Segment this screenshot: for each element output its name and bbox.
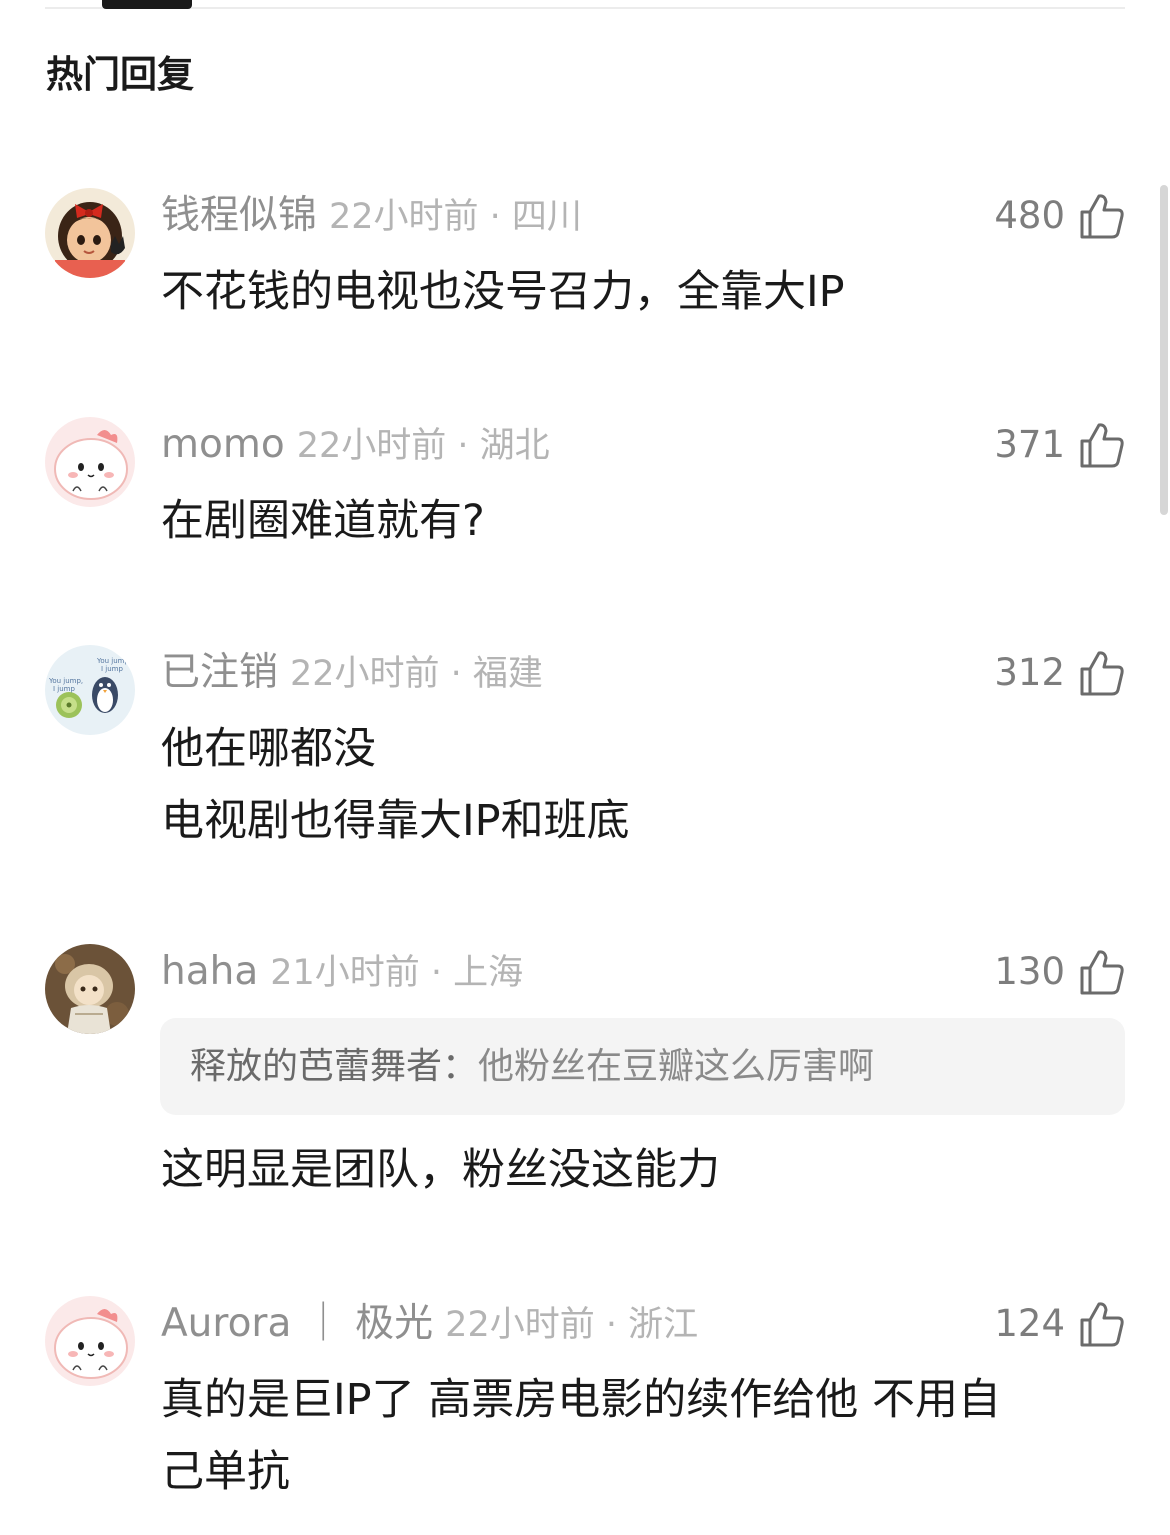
comment-text: 这明显是团队，粉丝没这能力 xyxy=(161,1134,1126,1206)
comment-item: Aurora ｜ 极光 22小时前 · 浙江 124 真的是巨IP了 高票房电影的… xyxy=(0,1296,1170,1526)
top-divider xyxy=(45,7,1125,9)
like-count: 480 xyxy=(994,194,1065,237)
thumbs-up-icon xyxy=(1079,649,1125,697)
kiwi-penguin-icon: You jump, I jump You jump, I jump xyxy=(45,645,135,735)
username[interactable]: 钱程似锦 xyxy=(161,193,317,238)
like-count: 371 xyxy=(994,423,1065,466)
thumbs-up-icon xyxy=(1079,1300,1125,1348)
anime-girl-icon xyxy=(45,944,135,1034)
avatar[interactable] xyxy=(45,188,135,278)
comment-text: 他在哪都没 电视剧也得靠大IP和班底 xyxy=(161,713,1126,857)
avatar-text: You jump, xyxy=(96,657,131,665)
like-button[interactable]: 480 xyxy=(994,191,1125,241)
comment-meta: 钱程似锦 22小时前 · 四川 xyxy=(161,191,582,241)
username[interactable]: 已注销 xyxy=(161,650,278,695)
avatar-text: I jump xyxy=(53,685,75,693)
avatar[interactable] xyxy=(45,417,135,507)
girl-with-red-bow-icon xyxy=(45,188,135,278)
like-button[interactable]: 312 xyxy=(994,648,1125,698)
pink-cartoon-icon xyxy=(45,1296,135,1386)
time-location: 22小时前 · 四川 xyxy=(329,197,582,237)
avatar-text: You jump, xyxy=(48,677,83,685)
username[interactable]: Aurora ｜ 极光 xyxy=(161,1301,433,1346)
comment-item: You jump, I jump You jump, I jump 已注销 22小… xyxy=(0,645,1170,855)
time-location: 22小时前 · 湖北 xyxy=(296,426,550,466)
comment-meta: Aurora ｜ 极光 22小时前 · 浙江 xyxy=(161,1299,698,1349)
thumbs-up-icon xyxy=(1079,421,1125,469)
comment-line: 电视剧也得靠大IP和班底 xyxy=(161,796,630,846)
scrollbar[interactable] xyxy=(1160,185,1168,515)
avatar[interactable]: You jump, I jump You jump, I jump xyxy=(45,645,135,735)
comment-line: 这明显是团队，粉丝没这能力 xyxy=(161,1145,720,1195)
quoted-reply[interactable]: 释放的芭蕾舞者：他粉丝在豆瓣这么厉害啊 xyxy=(160,1018,1125,1115)
like-button[interactable]: 130 xyxy=(994,947,1125,997)
like-count: 124 xyxy=(994,1302,1065,1345)
comment-item: haha 21小时前 · 上海 130 释放的芭蕾舞者：他粉丝在豆瓣这么厉害啊 这… xyxy=(0,944,1170,1204)
time-location: 22小时前 · 浙江 xyxy=(445,1305,699,1345)
like-button[interactable]: 371 xyxy=(994,420,1125,470)
avatar[interactable] xyxy=(45,1296,135,1386)
quoted-username[interactable]: 释放的芭蕾舞者： xyxy=(190,1046,478,1087)
section-title: 热门回复 xyxy=(46,53,194,96)
avatar[interactable] xyxy=(45,944,135,1034)
comment-line: 在剧圈难道就有? xyxy=(161,496,485,546)
username[interactable]: haha xyxy=(161,949,258,994)
like-button[interactable]: 124 xyxy=(994,1299,1125,1349)
username[interactable]: momo xyxy=(161,422,285,467)
thumbs-up-icon xyxy=(1079,192,1125,240)
comment-meta: haha 21小时前 · 上海 xyxy=(161,947,523,997)
active-tab-indicator xyxy=(102,0,192,9)
comment-text: 在剧圈难道就有? xyxy=(161,485,1126,557)
comment-meta: momo 22小时前 · 湖北 xyxy=(161,420,550,470)
comment-item: 钱程似锦 22小时前 · 四川 480 不花钱的电视也没号召力，全靠大IP xyxy=(0,188,1170,328)
comment-line: 真的是巨IP了 高票房电影的续作给他 不用自 xyxy=(161,1375,1001,1425)
comment-item: momo 22小时前 · 湖北 371 在剧圈难道就有? xyxy=(0,417,1170,557)
thumbs-up-icon xyxy=(1079,948,1125,996)
time-location: 21小时前 · 上海 xyxy=(270,953,524,993)
like-count: 130 xyxy=(994,950,1065,993)
comment-line: 他在哪都没 xyxy=(161,724,376,774)
comment-meta: 已注销 22小时前 · 福建 xyxy=(161,648,543,698)
like-count: 312 xyxy=(994,651,1065,694)
time-location: 22小时前 · 福建 xyxy=(290,654,543,694)
comment-text: 真的是巨IP了 高票房电影的续作给他 不用自 己单抗 xyxy=(161,1364,1126,1508)
pink-cartoon-icon xyxy=(45,417,135,507)
comment-line: 不花钱的电视也没号召力，全靠大IP xyxy=(161,267,845,317)
avatar-text: I jump xyxy=(101,665,123,673)
quoted-text: 他粉丝在豆瓣这么厉害啊 xyxy=(478,1046,875,1087)
comment-line: 己单抗 xyxy=(161,1447,290,1497)
comment-text: 不花钱的电视也没号召力，全靠大IP xyxy=(161,256,1126,328)
